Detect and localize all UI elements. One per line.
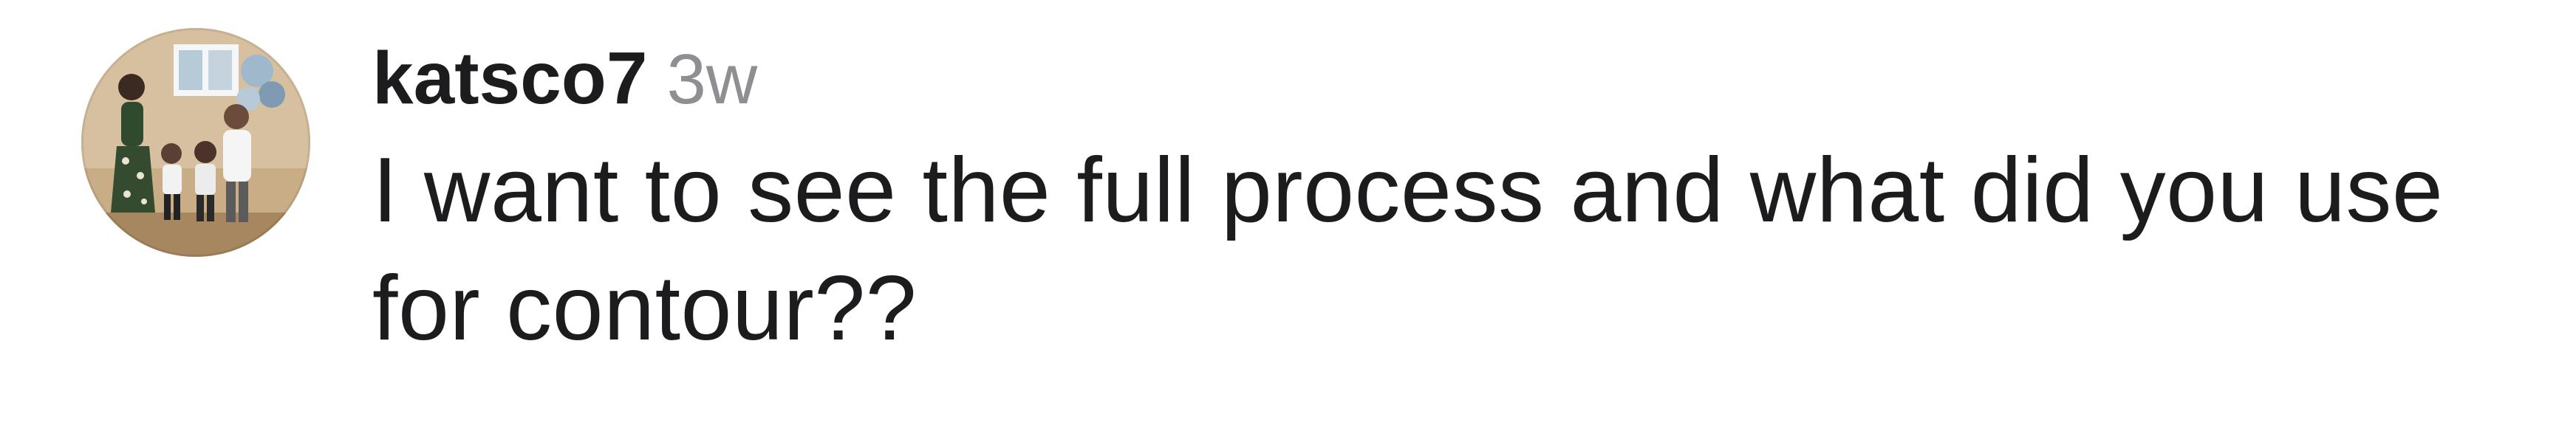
comment-meta: katsco7 3w <box>372 34 2515 123</box>
user-avatar-photo-icon <box>81 28 310 257</box>
comment-username[interactable]: katsco7 <box>372 34 647 123</box>
comment-body: katsco7 3w I want to see the full proces… <box>372 34 2515 368</box>
comment-timestamp[interactable]: 3w <box>666 35 757 124</box>
user-avatar[interactable] <box>81 28 310 257</box>
comment-item: katsco7 3w I want to see the full proces… <box>0 0 2576 431</box>
comment-text: I want to see the full process and what … <box>372 139 2444 359</box>
